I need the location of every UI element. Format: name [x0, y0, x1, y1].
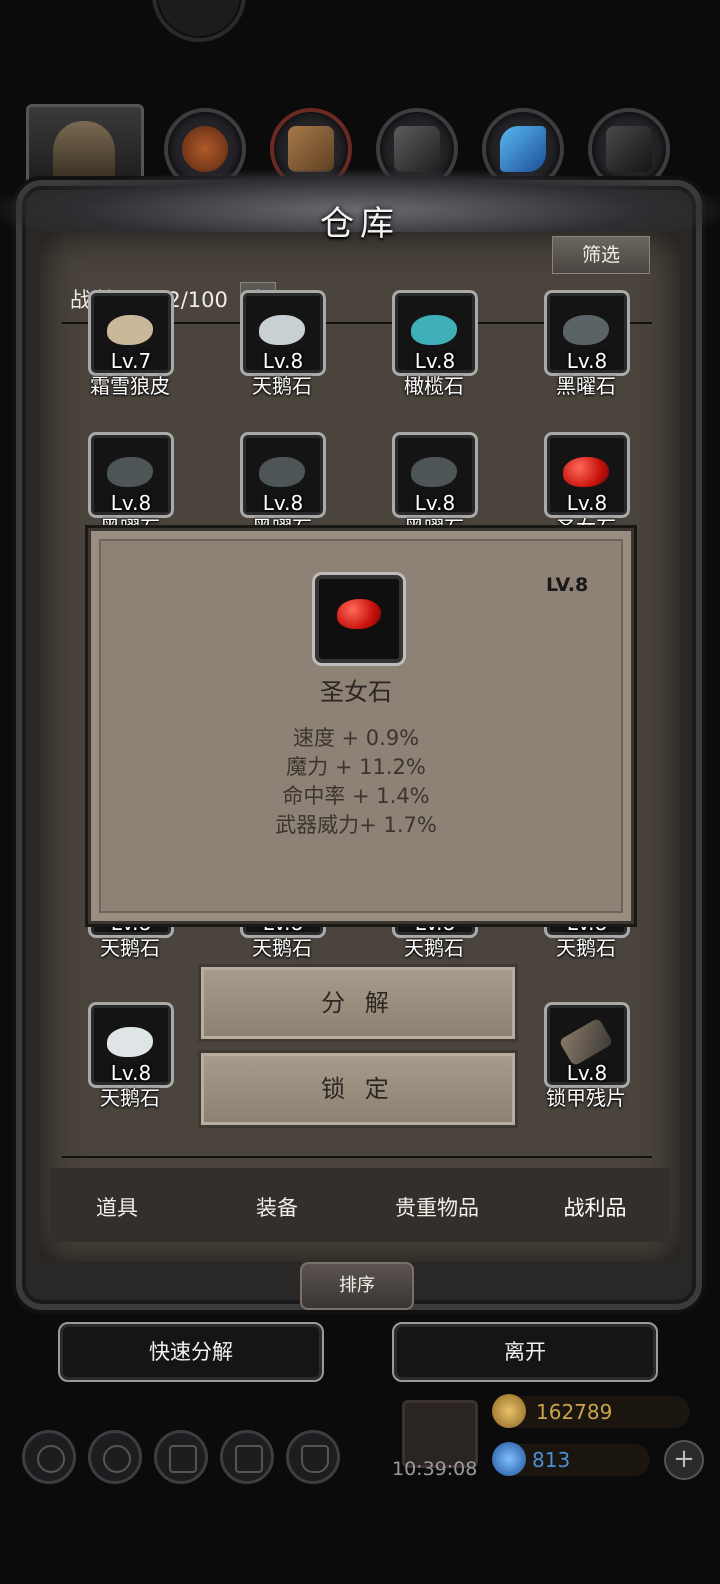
item-frame: Lv.8 — [88, 432, 174, 518]
item-icon — [259, 315, 305, 345]
gold-coin-icon — [492, 1394, 526, 1428]
stat-accuracy: 命中率 + 1.4% — [282, 784, 430, 808]
clock: 10:39:08 — [392, 1458, 478, 1480]
item-name: 霜雪狼皮 — [90, 374, 170, 398]
item-icon — [107, 457, 153, 487]
item-frame: Lv.8 — [544, 432, 630, 518]
mail-glyph — [235, 1445, 263, 1473]
item-icon — [563, 457, 609, 487]
gold-amount: 162789 — [536, 1400, 613, 1424]
item-name: 天鹅石 — [252, 374, 312, 398]
leave-button[interactable]: 离开 — [392, 1322, 658, 1382]
item-icon — [259, 457, 305, 487]
item-frame: Lv.8 — [240, 432, 326, 518]
red-gem-icon — [337, 599, 381, 629]
item-cell[interactable]: Lv.8 锁甲残片 — [544, 1002, 630, 1110]
popup-item-name: 圣女石 — [320, 678, 392, 706]
item-name: 天鹅石 — [556, 936, 616, 960]
item-name: 天鹅石 — [100, 936, 160, 960]
item-name: 天鹅石 — [252, 936, 312, 960]
stat-speed: 速度 + 0.9% — [292, 726, 420, 750]
item-frame: Lv.7 — [88, 290, 174, 376]
item-cell[interactable]: Lv.8 黑曜石 — [88, 432, 174, 540]
gem-icon — [492, 1442, 526, 1476]
item-name: 锁甲残片 — [546, 1086, 626, 1110]
item-name: 黑曜石 — [556, 374, 616, 398]
add-currency-button[interactable]: + — [664, 1440, 704, 1480]
star-icon[interactable] — [88, 1430, 142, 1484]
popup-item-icon — [312, 572, 406, 666]
item-cell[interactable]: Lv.8 黑曜石 — [544, 290, 630, 398]
tab-loot[interactable]: 战利品 — [520, 1192, 670, 1222]
quick-decompose-button[interactable]: 快速分解 — [58, 1322, 324, 1382]
item-icon — [411, 457, 457, 487]
tab-valuables[interactable]: 贵重物品 — [362, 1192, 512, 1222]
shield-glyph — [301, 1445, 329, 1473]
item-cell[interactable]: Lv.8 天鹅石 — [88, 1002, 174, 1110]
item-icon — [107, 315, 153, 345]
item-cell[interactable]: Lv.8 橄榄石 — [392, 290, 478, 398]
sort-button[interactable]: 排序 — [300, 1262, 414, 1310]
item-frame: Lv.8 — [544, 290, 630, 376]
item-cell[interactable]: Lv.7 霜雪狼皮 — [88, 290, 174, 398]
stat-magic: 魔力 + 11.2% — [286, 755, 426, 779]
item-name: 橄榄石 — [404, 374, 464, 398]
mail-icon[interactable] — [220, 1430, 274, 1484]
decompose-button[interactable]: 分 解 — [198, 964, 518, 1042]
item-frame: Lv.8 — [392, 290, 478, 376]
stat-weapon-power: 武器威力+ 1.7% — [275, 813, 437, 837]
item-name: 天鹅石 — [100, 1086, 160, 1110]
item-icon — [563, 315, 609, 345]
star-glyph — [103, 1445, 131, 1473]
settings-icon[interactable] — [22, 1430, 76, 1484]
item-frame: Lv.8 — [544, 1002, 630, 1088]
item-cell[interactable]: Lv.8 天鹅石 — [240, 290, 326, 398]
tab-equipment[interactable]: 装备 — [202, 1192, 352, 1222]
castle-glyph — [169, 1445, 197, 1473]
item-frame: Lv.8 — [88, 1002, 174, 1088]
item-cell-selected[interactable]: Lv.8 圣女石 — [544, 432, 630, 540]
item-name: 天鹅石 — [404, 936, 464, 960]
item-frame: Lv.8 — [392, 432, 478, 518]
castle-icon[interactable] — [154, 1430, 208, 1484]
item-icon — [107, 1027, 153, 1057]
item-cell[interactable]: Lv.8 黑曜石 — [392, 432, 478, 540]
item-icon — [558, 1017, 614, 1067]
shield-icon[interactable] — [286, 1430, 340, 1484]
divider-bottom — [62, 1156, 652, 1158]
item-cell[interactable]: Lv.8 黑曜石 — [240, 432, 326, 540]
tab-items[interactable]: 道具 — [42, 1192, 192, 1222]
settings-glyph — [37, 1445, 65, 1473]
item-frame: Lv.8 — [240, 290, 326, 376]
item-icon — [411, 315, 457, 345]
lock-button[interactable]: 锁 定 — [198, 1050, 518, 1128]
popup-level: LV.8 — [546, 574, 589, 596]
gem-amount: 813 — [532, 1448, 571, 1472]
